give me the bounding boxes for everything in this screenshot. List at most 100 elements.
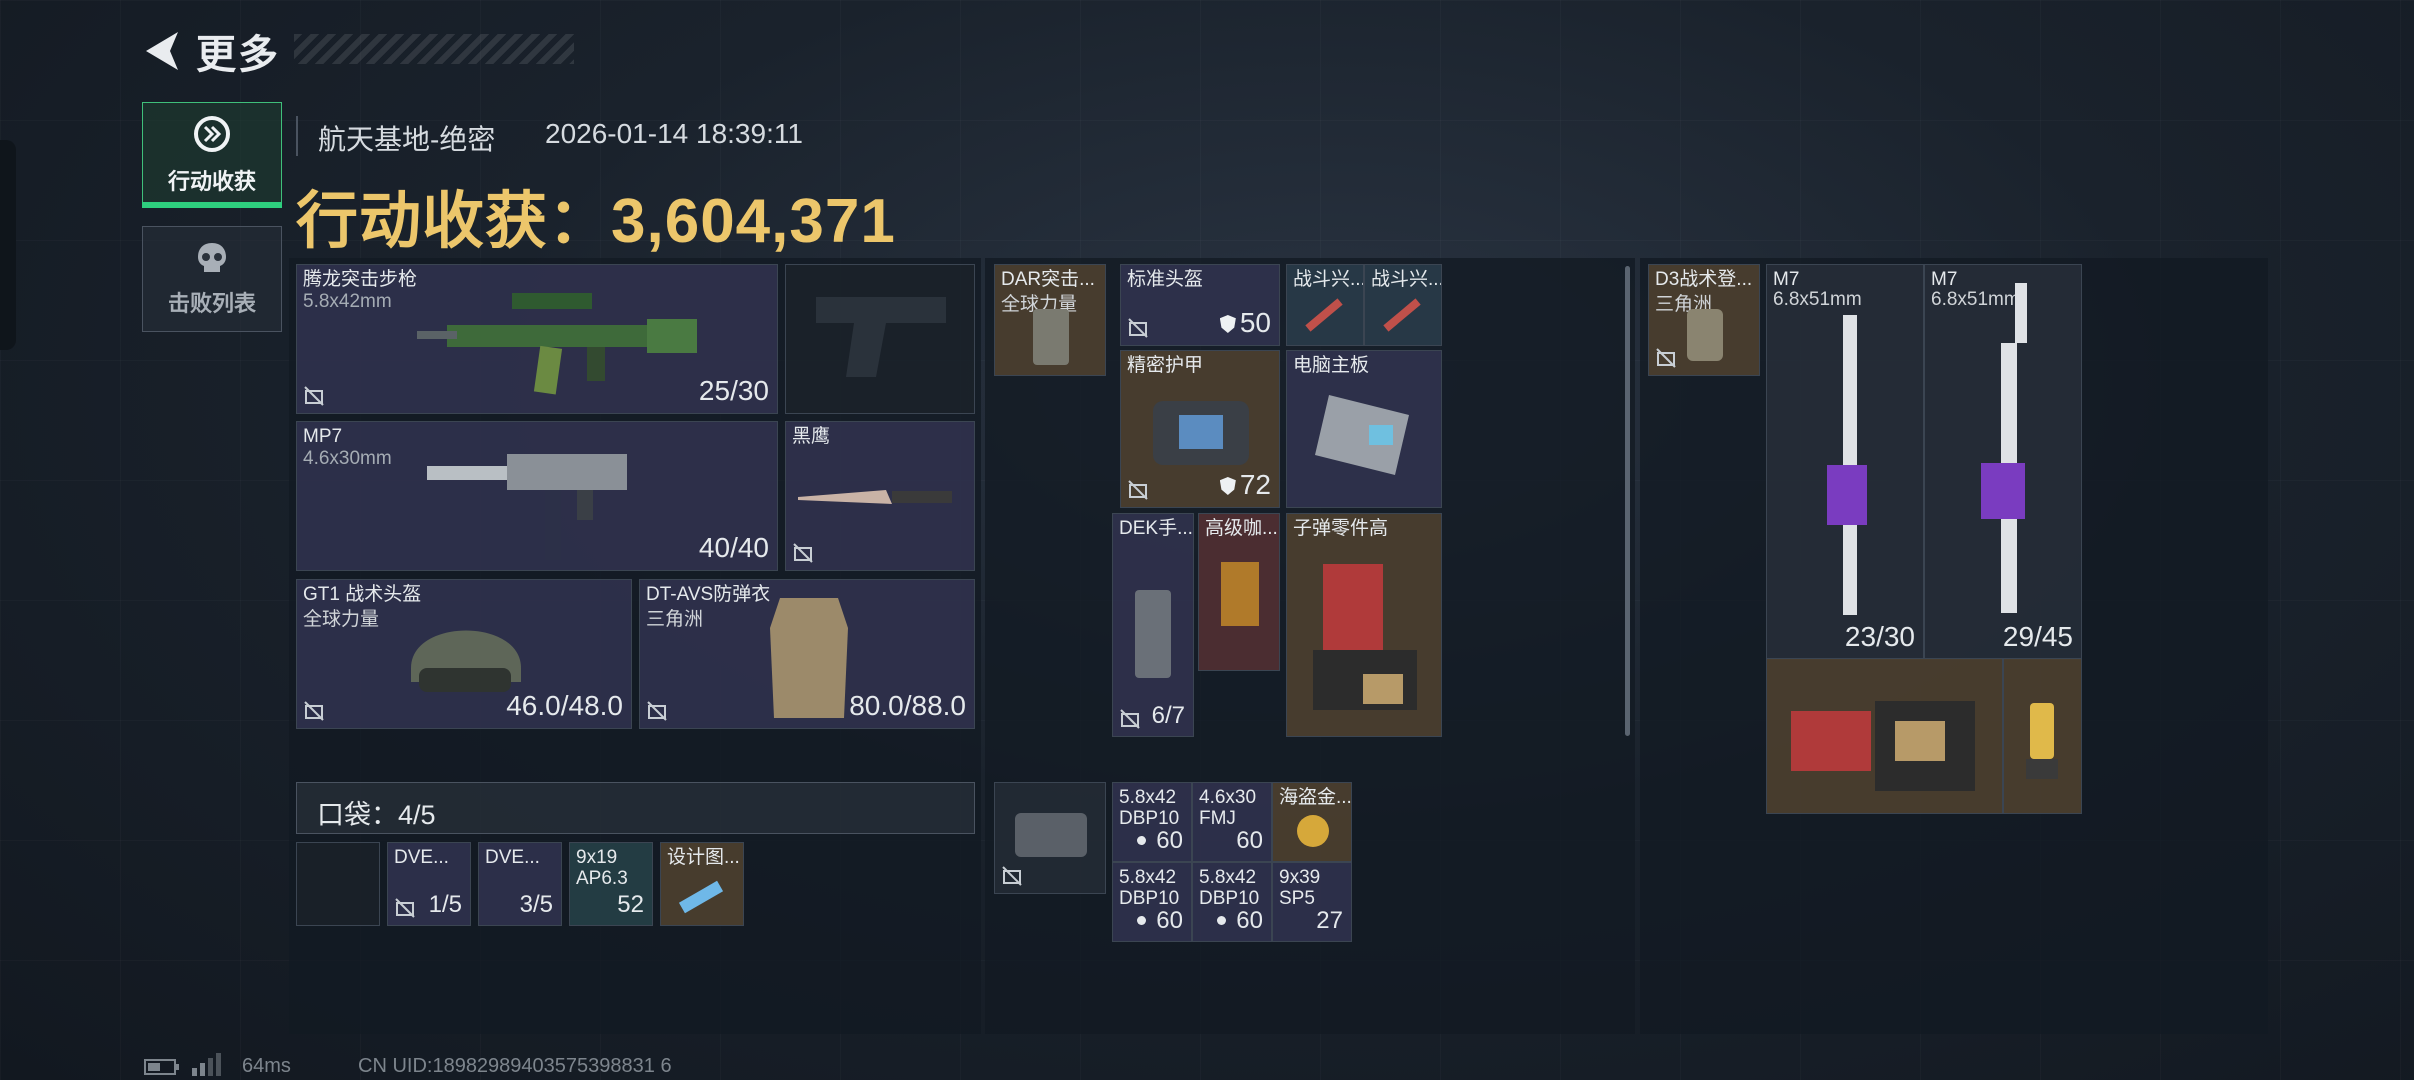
chest-rig-slot[interactable]: DAR突击... 全球力量 <box>994 264 1106 376</box>
shield-icon <box>1219 477 1236 495</box>
armor-durability: 80.0/88.0 <box>849 690 966 721</box>
case-item-count: 60 <box>1236 827 1263 854</box>
armor-slot[interactable]: DT-AVS防弹衣 三角洲 80.0/88.0 <box>639 579 975 729</box>
secure-case-slot[interactable] <box>994 782 1106 894</box>
rig-item-durability: 50 <box>1219 307 1271 339</box>
user-uid: CN UID:18982989403575398831 6 <box>358 1055 672 1077</box>
case-item[interactable]: 海盗金... <box>1272 782 1352 862</box>
pocket-label: 口袋：4/5 <box>317 800 436 830</box>
back-arrow-icon <box>146 32 178 70</box>
backpack-weapon-ammo: 29/45 <box>2002 621 2073 652</box>
rig-item[interactable]: 精密护甲 72 <box>1120 350 1280 508</box>
rig-item-name: 精密护甲 <box>1127 355 1204 376</box>
pocket-item[interactable]: DVE... 1/5 <box>387 842 471 926</box>
ammo-parts-box-icon <box>1791 701 1975 791</box>
pocket-slot-empty[interactable] <box>296 842 380 926</box>
armor-name: DT-AVS防弹衣 <box>646 584 771 605</box>
case-item-name: 5.8x42 DBP10 <box>1119 867 1180 909</box>
case-item-count-value: 60 <box>1156 907 1183 934</box>
pocket-item-count: 52 <box>617 891 644 918</box>
tab-kill-list-label: 击败列表 <box>167 291 256 316</box>
armor-bag-icon <box>1153 401 1249 465</box>
rig-item-name: 标准头盔 <box>1127 269 1204 290</box>
pocket-item[interactable]: 设计图... <box>660 842 744 926</box>
backpack-slot[interactable]: D3战术登... 三角洲 <box>1648 264 1760 376</box>
rig-item-count: 72 <box>1239 469 1271 500</box>
rig-item-name: 子弹零件高 <box>1293 518 1389 539</box>
secondary-weapon-ammo-type: 4.6x30mm <box>303 448 392 469</box>
smg-icon <box>427 454 627 560</box>
shield-icon <box>1219 315 1236 333</box>
case-item[interactable]: 5.8x42 DBP10 60 <box>1192 862 1272 942</box>
coffee-bag-icon <box>1221 562 1259 626</box>
rig-scrollbar[interactable] <box>1625 266 1630 736</box>
case-item-count: 60 <box>1137 827 1183 855</box>
back-button[interactable]: 更多 <box>140 22 280 80</box>
backpack-weapon-ammo-type: 6.8x51mm <box>1773 289 1862 310</box>
case-item-count: 60 <box>1137 907 1183 935</box>
uninsured-icon <box>793 543 813 563</box>
primary-weapon-name: 腾龙突击步枪 <box>303 269 418 290</box>
ping-readout: 64ms <box>242 1055 291 1077</box>
skull-icon <box>198 243 226 272</box>
signal-icon <box>192 1053 221 1076</box>
helmet-brand: 全球力量 <box>303 609 380 630</box>
rig-item[interactable]: DEK手... 6/7 <box>1112 513 1194 737</box>
rig-item-name: 电脑主板 <box>1293 355 1370 376</box>
case-item[interactable]: 4.6x30 FMJ 60 <box>1192 782 1272 862</box>
uninsured-icon <box>304 701 324 721</box>
pocket-item-count: 1/5 <box>428 891 462 918</box>
primary-weapon-ammo: 25/30 <box>698 375 769 406</box>
pocket-item-name: 设计图... <box>667 847 740 868</box>
uninsured-icon <box>395 898 415 918</box>
case-item-count: 60 <box>1217 907 1263 935</box>
uninsured-icon <box>304 386 324 406</box>
rifle-vertical-icon <box>1981 283 2027 613</box>
pocket-item[interactable]: DVE... 3/5 <box>478 842 562 926</box>
page-title: 更多 <box>196 33 280 77</box>
rig-item[interactable]: 战斗兴... <box>1364 264 1442 346</box>
rig-item[interactable]: 电脑主板 <box>1286 350 1442 508</box>
secondary-weapon-slot[interactable]: MP7 4.6x30mm 40/40 <box>296 421 778 571</box>
rig-item[interactable]: 子弹零件高 <box>1286 513 1442 737</box>
blueprint-icon <box>678 880 724 914</box>
pocket-item-name: DVE... <box>394 847 449 868</box>
keycard-icon <box>1135 590 1171 678</box>
header-hatch-decoration <box>294 34 574 64</box>
melee-slot[interactable]: 黑鹰 <box>785 421 975 571</box>
gold-coin-icon <box>1297 815 1329 847</box>
tab-kill-list[interactable]: 击败列表 <box>142 226 282 332</box>
melee-name: 黑鹰 <box>792 426 831 447</box>
earnings-total: 行动收获：3,604,371 <box>296 170 896 260</box>
helmet-slot[interactable]: GT1 战术头盔 全球力量 46.0/48.0 <box>296 579 632 729</box>
backpack-weapon-slot[interactable]: M7 6.8x51mm 23/30 <box>1766 264 1924 660</box>
case-item[interactable]: 5.8x42 DBP10 60 <box>1112 782 1192 862</box>
rig-item-name: 战斗兴... <box>1293 269 1364 290</box>
rig-item[interactable]: 标准头盔 50 <box>1120 264 1280 346</box>
uninsured-icon <box>1128 480 1148 500</box>
side-drawer-handle[interactable] <box>0 140 16 350</box>
pocket-item[interactable]: 9x19 AP6.3 52 <box>569 842 653 926</box>
uninsured-icon <box>1128 318 1148 338</box>
helmet-durability: 46.0/48.0 <box>506 690 623 721</box>
case-item[interactable]: 5.8x42 DBP10 60 <box>1112 862 1192 942</box>
backpack-weapon-name: M7 <box>1773 269 1800 290</box>
uninsured-icon <box>1656 348 1676 368</box>
case-item-name: 4.6x30 FMJ <box>1199 787 1257 829</box>
backpack-icon <box>1687 309 1723 361</box>
backpack-item[interactable] <box>1766 658 2003 814</box>
primary-weapon-slot[interactable]: 腾龙突击步枪 5.8x42mm 25/30 <box>296 264 778 414</box>
pocket-item-count: 3/5 <box>519 891 553 918</box>
ammo-parts-box-icon <box>1313 564 1417 710</box>
backpack-item[interactable] <box>2003 658 2082 814</box>
rig-item[interactable]: 高级咖... <box>1198 513 1280 671</box>
uninsured-icon <box>647 701 667 721</box>
case-item[interactable]: 9x39 SP5 27 <box>1272 862 1352 942</box>
pocket-item-name: DVE... <box>485 847 540 868</box>
rig-item-name: 战斗兴... <box>1371 269 1442 290</box>
backpack-weapon-slot[interactable]: M7 6.8x51mm 29/45 <box>1924 264 2082 660</box>
secure-case-icon <box>1015 813 1087 857</box>
rig-item[interactable]: 战斗兴... <box>1286 264 1364 346</box>
pistol-slot-empty[interactable] <box>785 264 975 414</box>
tab-action-loot[interactable]: 行动收获 <box>142 102 282 208</box>
